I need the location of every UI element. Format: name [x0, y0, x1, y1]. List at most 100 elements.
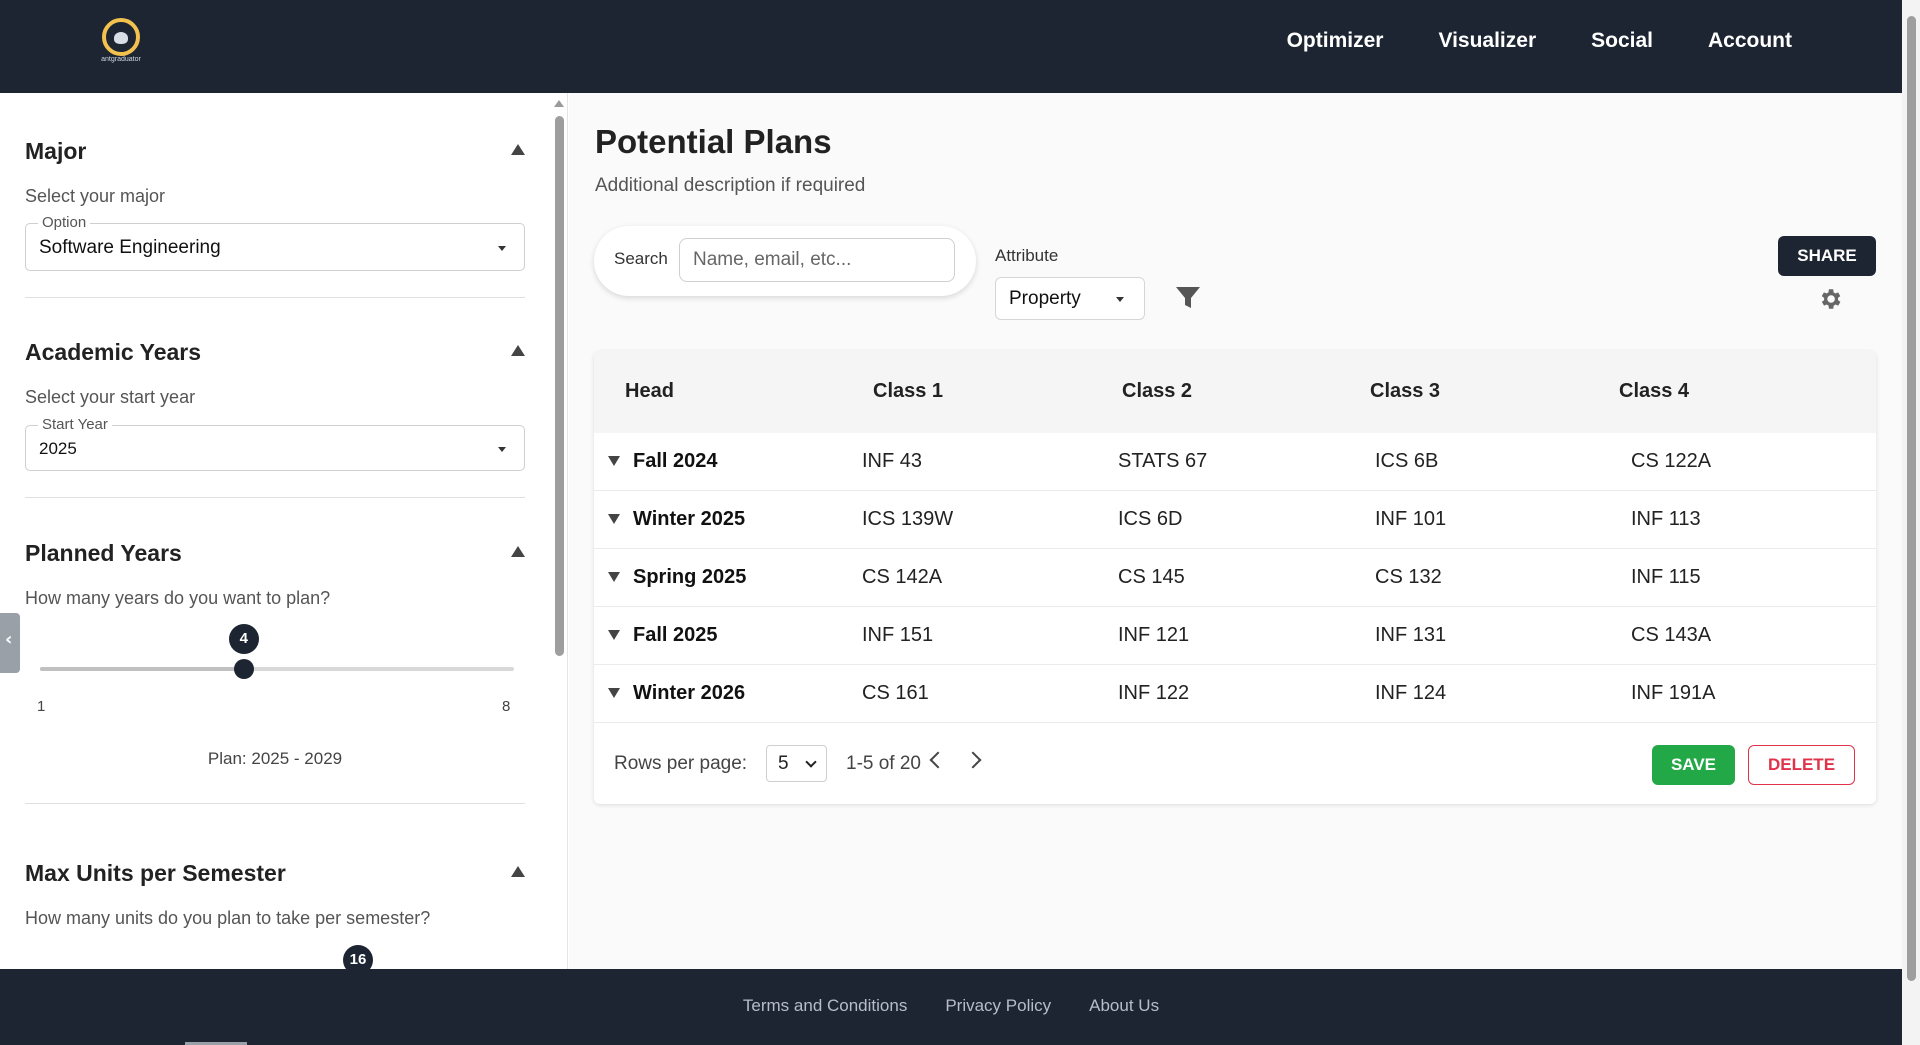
expand-row-icon[interactable] [608, 630, 620, 640]
logo-icon [102, 18, 140, 56]
divider [25, 803, 525, 804]
footer: Terms and Conditions Privacy Policy Abou… [0, 969, 1902, 1045]
table-header: Head Class 1 Class 2 Class 3 Class 4 [594, 351, 1876, 433]
chevron-down-icon [498, 447, 506, 452]
planned-collapse-icon[interactable] [511, 546, 525, 557]
gear-icon[interactable] [1817, 286, 1843, 312]
footer-terms-link[interactable]: Terms and Conditions [743, 996, 907, 1016]
sidebar-scroll-thumb[interactable] [555, 116, 564, 656]
start-year-label: Start Year [38, 416, 112, 433]
major-field-label: Option [38, 214, 91, 231]
academic-section: Academic Years Select your start year St… [25, 339, 525, 539]
nav-account[interactable]: Account [1708, 29, 1792, 53]
units-slider-value: 16 [343, 945, 373, 969]
academic-collapse-icon[interactable] [511, 345, 525, 356]
app-logo[interactable]: antgraduator [98, 18, 144, 64]
table-row[interactable]: Winter 2026 CS 161 INF 122 INF 124 INF 1… [594, 665, 1876, 723]
table-cell: ICS 139W [862, 508, 954, 530]
table-cell: INF 131 [1375, 624, 1447, 646]
rows-per-page-select[interactable]: 5 [766, 745, 827, 782]
table-cell: INF 101 [1375, 508, 1447, 530]
units-section: Max Units per Semester How many units do… [25, 860, 525, 969]
page-scroll-thumb[interactable] [1907, 16, 1916, 981]
divider [25, 497, 525, 498]
start-year-select[interactable]: Start Year 2025 [25, 416, 525, 471]
table-cell: CS 122A [1631, 450, 1712, 472]
attribute-select[interactable]: Property [995, 277, 1145, 320]
table-row[interactable]: Spring 2025 CS 142A CS 145 CS 132 INF 11… [594, 549, 1876, 607]
chevron-down-icon [805, 756, 817, 768]
row-term: Spring 2025 [633, 566, 747, 588]
sidebar-collapse-handle[interactable] [0, 613, 20, 673]
page-scrollbar[interactable] [1902, 0, 1920, 1045]
major-value: Software Engineering [39, 237, 221, 258]
major-select[interactable]: Option Software Engineering [25, 214, 525, 271]
table-row[interactable]: Fall 2025 INF 151 INF 121 INF 131 CS 143… [594, 607, 1876, 665]
footer-links: Terms and Conditions Privacy Policy Abou… [0, 996, 1902, 1016]
table-cell: INF 124 [1375, 682, 1447, 704]
attribute-value: Property [1009, 288, 1081, 309]
expand-row-icon[interactable] [608, 456, 620, 466]
table-row[interactable]: Fall 2024 INF 43 STATS 67 ICS 6B CS 122A [594, 433, 1876, 491]
footer-privacy-link[interactable]: Privacy Policy [945, 996, 1051, 1016]
table-row[interactable]: Winter 2025 ICS 139W ICS 6D INF 101 INF … [594, 491, 1876, 549]
table-cell: INF 122 [1118, 682, 1190, 704]
table-cell: CS 161 [862, 682, 929, 704]
pagination-count: 1-5 of 20 [846, 753, 921, 774]
share-button[interactable]: SHARE [1778, 236, 1876, 276]
previous-page-icon[interactable] [929, 751, 947, 769]
nav-social[interactable]: Social [1591, 29, 1653, 53]
table-cell: INF 151 [862, 624, 934, 646]
table-cell: CS 132 [1375, 566, 1442, 588]
nav-optimizer[interactable]: Optimizer [1287, 29, 1384, 53]
column-header-class4[interactable]: Class 4 [1619, 380, 1689, 403]
major-collapse-icon[interactable] [511, 144, 525, 155]
top-navbar: antgraduator Optimizer Visualizer Social… [0, 0, 1902, 93]
sidebar-scrollbar[interactable] [551, 100, 567, 969]
filter-icon[interactable] [1175, 286, 1201, 310]
table-cell: ICS 6B [1375, 450, 1439, 472]
search-input[interactable] [679, 238, 955, 282]
planned-slider-thumb[interactable] [233, 659, 254, 679]
planned-slider-max: 8 [502, 698, 511, 715]
table-cell: INF 115 [1631, 566, 1701, 588]
table-cell: CS 145 [1118, 566, 1185, 588]
academic-title: Academic Years [25, 339, 202, 365]
planned-slider-fill [40, 667, 244, 671]
units-collapse-icon[interactable] [511, 866, 525, 877]
logo-text: antgraduator [101, 56, 141, 63]
nav-visualizer[interactable]: Visualizer [1438, 29, 1536, 53]
scroll-up-icon[interactable] [554, 100, 564, 107]
search-panel: Search [594, 226, 976, 296]
planned-section: Planned Years How many years do you want… [25, 540, 525, 860]
expand-row-icon[interactable] [608, 688, 620, 698]
planned-desc: How many years do you want to plan? [25, 588, 331, 608]
major-title: Major [25, 138, 87, 164]
footer-about-link[interactable]: About Us [1089, 996, 1159, 1016]
academic-desc: Select your start year [25, 387, 196, 407]
column-header-head[interactable]: Head [625, 380, 674, 403]
row-term: Winter 2025 [633, 508, 746, 530]
table-cell: INF 191A [1631, 682, 1716, 704]
sidebar: Major Select your major Option Software … [0, 93, 568, 969]
units-title: Max Units per Semester [25, 860, 286, 886]
table-cell: ICS 6D [1118, 508, 1183, 530]
planned-title: Planned Years [25, 540, 182, 566]
table-cell: INF 121 [1118, 624, 1190, 646]
delete-button[interactable]: DELETE [1748, 745, 1855, 785]
column-header-class2[interactable]: Class 2 [1122, 380, 1192, 403]
column-header-class3[interactable]: Class 3 [1370, 380, 1440, 403]
expand-row-icon[interactable] [608, 514, 620, 524]
planned-slider-track[interactable] [40, 667, 514, 671]
planned-slider-min: 1 [37, 698, 46, 715]
column-header-class1[interactable]: Class 1 [873, 380, 943, 403]
planned-slider-value: 4 [228, 624, 259, 654]
next-page-icon[interactable] [964, 751, 982, 769]
main-content: Potential Plans Additional description i… [569, 93, 1902, 969]
main-nav: Optimizer Visualizer Social Account [1287, 29, 1792, 53]
expand-row-icon[interactable] [608, 572, 620, 582]
plan-range-text: Plan: 2025 - 2029 [207, 749, 343, 768]
chevron-down-icon [1116, 297, 1124, 302]
save-button[interactable]: SAVE [1652, 745, 1735, 785]
start-year-value: 2025 [39, 439, 77, 458]
